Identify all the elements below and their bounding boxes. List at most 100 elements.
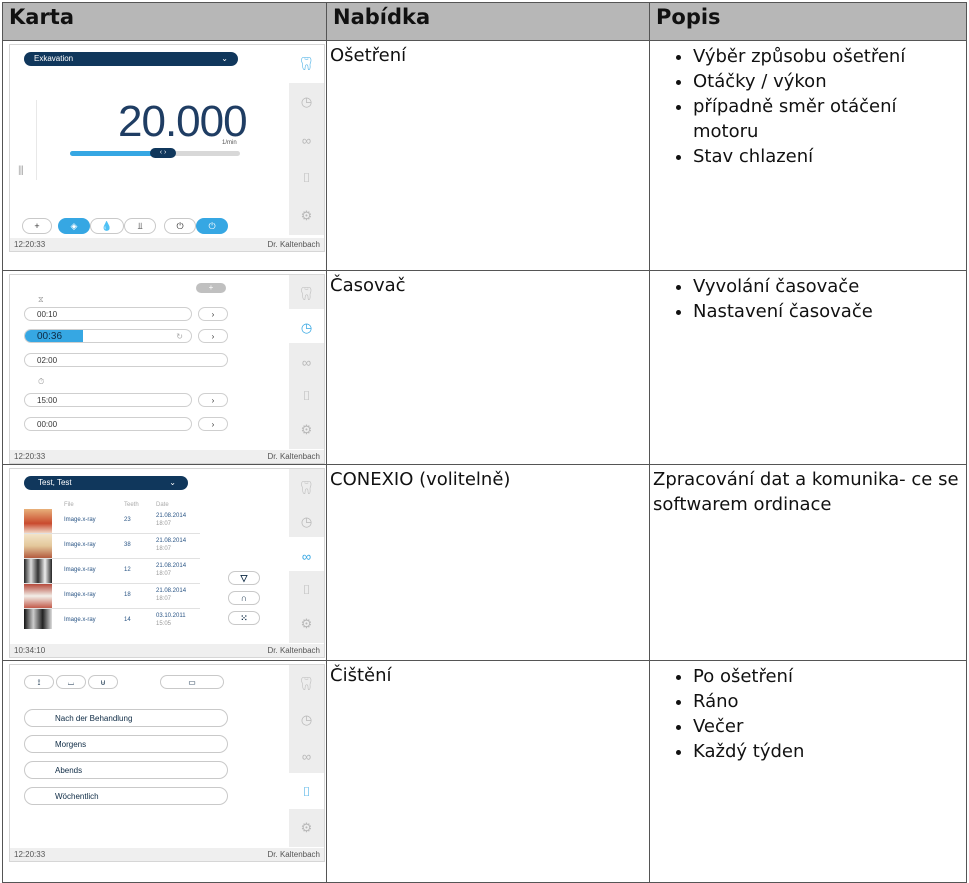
file-date: 21.08.2014 18:07: [156, 537, 186, 553]
tab-settings[interactable]: ⚙: [289, 411, 324, 449]
tab-conexio[interactable]: ∞: [289, 537, 324, 575]
cleaning-option[interactable]: Morgens: [24, 735, 228, 753]
menu-cell: Čištění: [326, 660, 650, 883]
speed-slider[interactable]: ‹ ›: [70, 148, 240, 158]
column-header-file: File: [64, 502, 74, 508]
power-button[interactable]: ⏻: [164, 218, 196, 234]
cleaning-option[interactable]: Wöchentlich: [24, 787, 228, 805]
cleaning-option[interactable]: Abends: [24, 761, 228, 779]
tab-conexio[interactable]: ∞: [289, 737, 324, 775]
tab-timer[interactable]: ◷: [289, 309, 324, 347]
handpiece-icon: ⟟: [37, 678, 41, 687]
xray-thumbnail: [24, 584, 52, 608]
description-cell: Vyvolání časovače Nastavení časovače: [649, 270, 967, 465]
file-date-value: 21.08.2014: [156, 563, 187, 569]
patient-dropdown[interactable]: Test, Test ⌄: [24, 476, 188, 490]
tab-timer[interactable]: ◷: [289, 83, 324, 121]
status-doctor: Dr. Kaltenbach: [267, 850, 320, 859]
list-item: Nastavení časovače: [693, 299, 963, 324]
add-timer-button[interactable]: +: [196, 283, 226, 293]
timer-item[interactable]: 02:00: [24, 353, 228, 367]
file-time: 18:07: [156, 521, 172, 527]
file-time: 18:07: [156, 596, 172, 602]
tab-settings[interactable]: ⚙: [289, 197, 324, 235]
cup-filler-button[interactable]: ⌴: [56, 675, 86, 689]
program-button[interactable]: ▭: [160, 675, 224, 689]
list-item: Stav chlazení: [693, 144, 963, 169]
grip-icon[interactable]: |||: [18, 165, 24, 176]
spray-button[interactable]: ◈: [58, 218, 90, 234]
stopwatch-icon: ◷: [300, 712, 313, 727]
cleaning-screen: ⟟ ⌴ ⊍ ▭ Nach der Behandlung Morgens Aben…: [9, 664, 325, 862]
xray-thumbnail: [24, 534, 52, 558]
list-item[interactable]: Image.x-ray 14 03.10.2011 15:05: [24, 609, 200, 629]
spittoon-icon: ⊍: [100, 678, 106, 687]
timer-item-active[interactable]: 00:36 ↻: [24, 329, 192, 343]
tab-cleaning[interactable]: ⌷: [289, 773, 324, 811]
tab-treatment[interactable]: 🦷︎: [289, 45, 324, 83]
teeth-number: 23: [124, 517, 131, 523]
list-item: Výběr způsobu ošetření: [693, 44, 963, 69]
tab-treatment[interactable]: 🦷︎: [289, 665, 324, 703]
tab-timer[interactable]: ◷: [289, 503, 324, 541]
tab-settings[interactable]: ⚙: [289, 809, 324, 847]
treatment-dropdown[interactable]: Exkavation ⌄: [24, 52, 238, 66]
description-list: Výběr způsobu ošetření Otáčky / výkon př…: [653, 44, 963, 169]
list-item[interactable]: Image.x-ray 12 21.08.2014 18:07: [24, 559, 200, 584]
list-item[interactable]: Image.x-ray 18 21.08.2014 18:07: [24, 584, 200, 609]
list-item[interactable]: Image.x-ray 23 21.08.2014 18:07: [24, 509, 200, 534]
description-cell: Výběr způsobu ošetření Otáčky / výkon př…: [649, 40, 967, 271]
spittoon-button[interactable]: ⊍: [88, 675, 118, 689]
timer-item[interactable]: 00:10: [24, 307, 192, 321]
status-bar: 12:20:33 Dr. Kaltenbach: [10, 238, 324, 251]
timer-item[interactable]: 15:00: [24, 393, 192, 407]
tab-cleaning[interactable]: ⌷: [289, 377, 324, 415]
filter-button[interactable]: ▽: [228, 571, 260, 585]
filter-icon: ▽: [240, 573, 248, 583]
timer-go-button[interactable]: ›: [198, 329, 228, 343]
power-active-button[interactable]: ⏻: [196, 218, 228, 234]
tab-rail: 🦷︎ ◷ ∞ ⌷ ⚙: [289, 45, 324, 237]
tab-treatment[interactable]: 🦷︎: [289, 275, 324, 313]
list-item: Vyvolání časovače: [693, 274, 963, 299]
tab-conexio[interactable]: ∞: [289, 121, 324, 159]
tab-settings[interactable]: ⚙: [289, 605, 324, 643]
tab-timer[interactable]: ◷: [289, 701, 324, 739]
cooling-button[interactable]: ⫫: [124, 218, 156, 234]
timer-go-button[interactable]: ›: [198, 307, 228, 321]
timer-go-button[interactable]: ›: [198, 393, 228, 407]
timer-item[interactable]: 00:00: [24, 417, 192, 431]
grid-view-button[interactable]: ⁙: [228, 611, 260, 625]
cup-icon: ⌴: [67, 678, 75, 687]
tab-conexio[interactable]: ∞: [289, 343, 324, 381]
file-date-value: 03.10.2011: [156, 613, 186, 619]
table-row: Test, Test ⌄ File Teeth Date Image.x-ray…: [2, 464, 967, 661]
file-date-value: 21.08.2014: [156, 588, 187, 594]
tab-cleaning[interactable]: ⌷: [289, 571, 324, 609]
feature-table: Karta Nabídka Popis Exkavation ⌄ ||| 20.…: [2, 2, 967, 883]
reset-icon[interactable]: ↻: [176, 330, 183, 343]
timer-go-button[interactable]: ›: [198, 417, 228, 431]
cleaning-option[interactable]: Nach der Behandlung: [24, 709, 228, 727]
file-date: 21.08.2014 18:07: [156, 562, 186, 578]
teeth-view-button[interactable]: ∩: [228, 591, 260, 605]
list-item[interactable]: Image.x-ray 38 21.08.2014 18:07: [24, 534, 200, 559]
slider-knob[interactable]: ‹ ›: [150, 148, 176, 158]
plus-button[interactable]: +: [22, 218, 52, 234]
table-row: + ⧖ 00:10 › 00:36 ↻ › 02:00 ⏱ 15:00 › 00:…: [2, 270, 967, 465]
card-cell: Exkavation ⌄ ||| 20.000 1/min ‹ › + ◈ 💧 …: [2, 40, 327, 271]
hourglass-icon: ⧖: [38, 295, 44, 304]
tab-cleaning[interactable]: ⌷: [289, 159, 324, 197]
menu-cell: CONEXIO (volitelně): [326, 464, 650, 661]
water-drop-button[interactable]: 💧: [90, 218, 124, 234]
tab-treatment[interactable]: 🦷︎: [289, 469, 324, 507]
cleaning-icon: ⌷: [302, 388, 311, 403]
file-name: Image.x-ray: [64, 567, 96, 573]
menu-cell: Ošetření: [326, 40, 650, 271]
list-item: Ráno: [693, 689, 963, 714]
menu-cell: Časovač: [326, 270, 650, 465]
handpiece-button[interactable]: ⟟: [24, 675, 54, 689]
table-row: ⟟ ⌴ ⊍ ▭ Nach der Behandlung Morgens Aben…: [2, 660, 967, 883]
teeth-number: 14: [124, 617, 131, 623]
status-bar: 12:20:33 Dr. Kaltenbach: [10, 450, 324, 463]
